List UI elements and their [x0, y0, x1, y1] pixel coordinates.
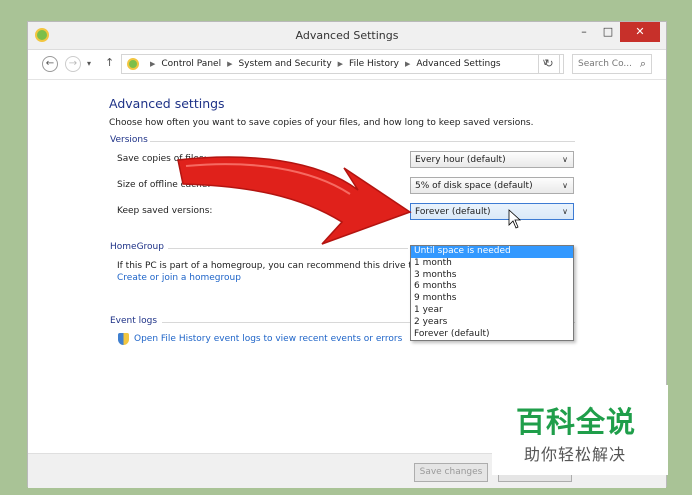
watermark: 百科全说 助你轻松解决	[492, 385, 668, 475]
watermark-title: 百科全说	[516, 405, 637, 439]
mouse-pointer-icon	[508, 209, 522, 229]
watermark-subtitle: 助你轻松解决	[524, 445, 627, 464]
